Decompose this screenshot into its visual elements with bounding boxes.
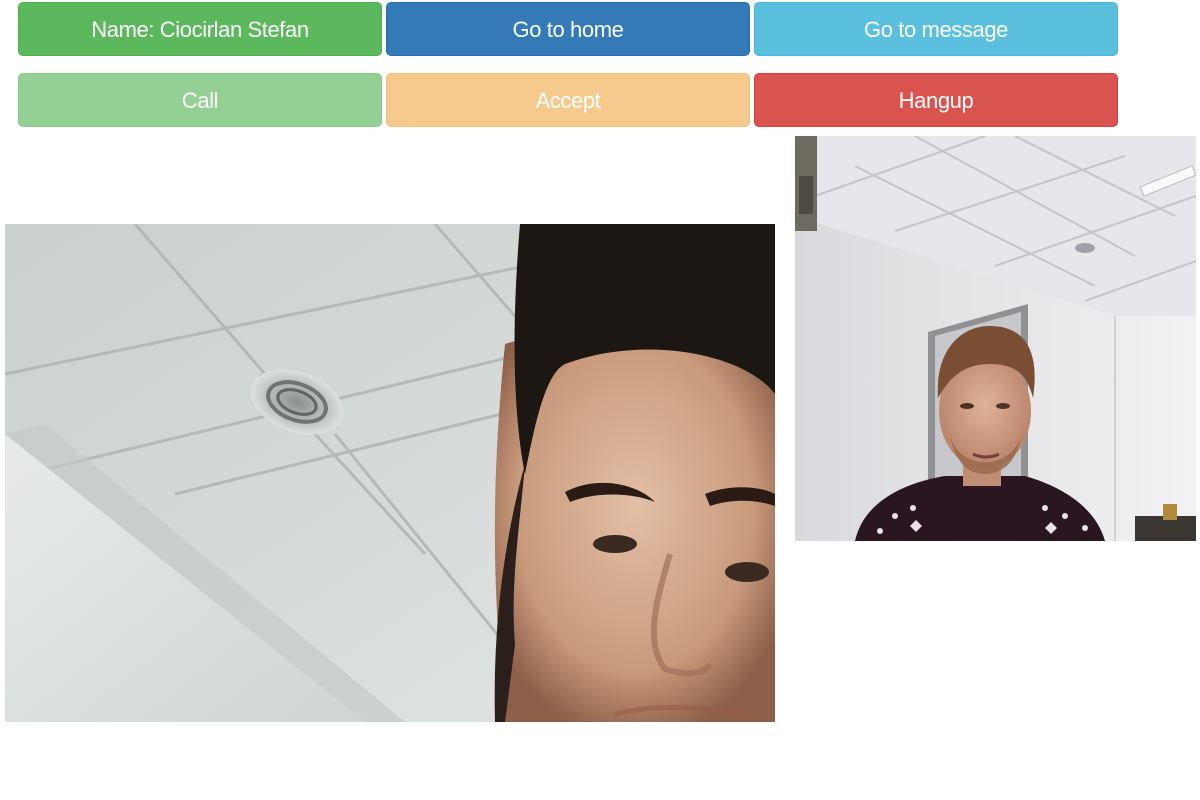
go-to-message-button[interactable]: Go to message — [754, 2, 1118, 56]
local-video-frame — [795, 136, 1196, 541]
hangup-button[interactable]: Hangup — [754, 73, 1118, 127]
remote-video-frame — [5, 224, 775, 722]
call-button[interactable]: Call — [18, 73, 382, 127]
user-name-button[interactable]: Name: Ciocirlan Stefan — [18, 2, 382, 56]
remote-video — [5, 224, 775, 722]
video-call-page: Name: Ciocirlan Stefan Go to home Go to … — [0, 0, 1200, 800]
go-to-home-button[interactable]: Go to home — [386, 2, 750, 56]
accept-button[interactable]: Accept — [386, 73, 750, 127]
local-video — [795, 136, 1196, 541]
